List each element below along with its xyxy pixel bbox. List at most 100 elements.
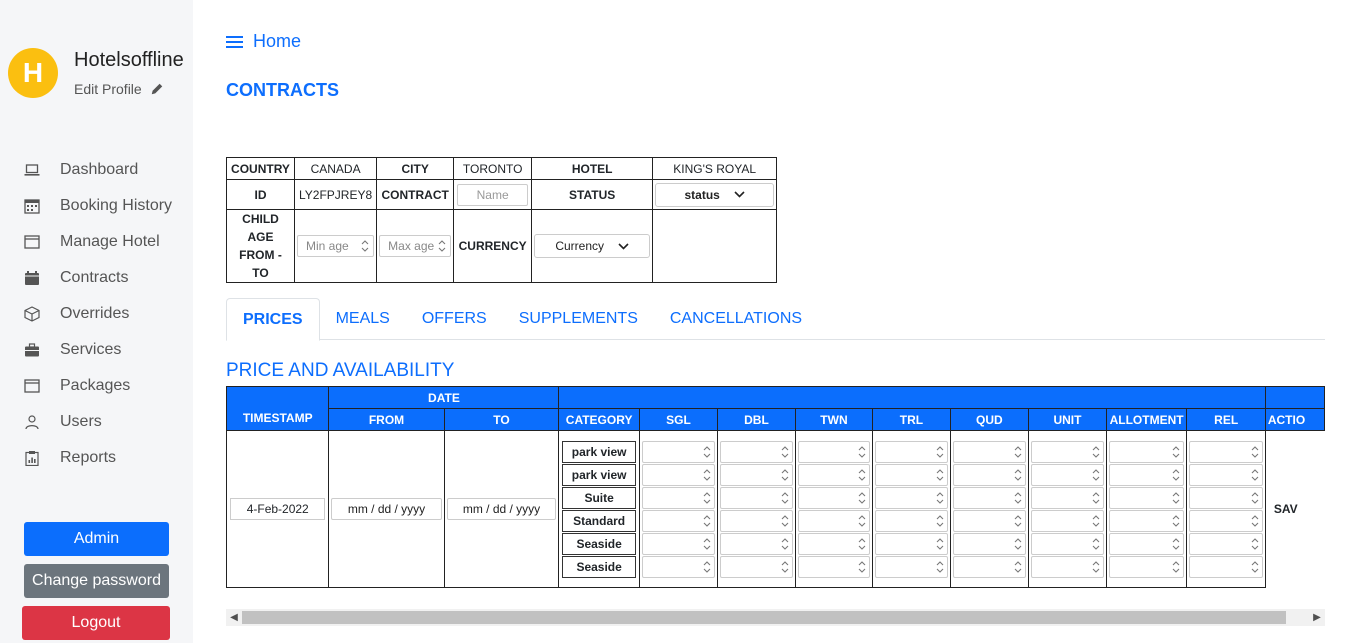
tab-supplements[interactable]: SUPPLEMENTS <box>503 298 654 340</box>
number-input[interactable] <box>875 440 948 463</box>
spinner-icon[interactable] <box>781 537 789 551</box>
spinner-icon[interactable] <box>936 468 944 482</box>
number-input[interactable] <box>1108 440 1185 463</box>
spinner-icon[interactable] <box>936 491 944 505</box>
spinner-icon[interactable] <box>781 491 789 505</box>
min-age-input[interactable]: Min age <box>297 235 375 257</box>
spinner-icon[interactable] <box>1092 537 1100 551</box>
sidebar-item-packages[interactable]: Packages <box>0 368 193 404</box>
sidebar-item-contracts[interactable]: Contracts <box>0 260 193 296</box>
contract-name-input[interactable]: Name <box>457 183 529 206</box>
number-input[interactable] <box>797 440 871 463</box>
spinner-icon[interactable] <box>1014 445 1022 459</box>
status-select[interactable]: status <box>655 182 775 207</box>
number-input[interactable] <box>952 555 1027 578</box>
spinner-icon[interactable] <box>858 560 866 574</box>
currency-select[interactable]: Currency <box>534 234 651 258</box>
change-password-button[interactable]: Change password <box>24 564 169 598</box>
horizontal-scrollbar[interactable]: ◀ ▶ <box>226 609 1325 626</box>
spinner-icon[interactable] <box>1251 560 1259 574</box>
spinner-icon[interactable] <box>1172 468 1180 482</box>
spinner-icon[interactable] <box>1092 468 1100 482</box>
number-input[interactable] <box>1189 486 1263 509</box>
spinner-icon[interactable] <box>936 514 944 528</box>
spinner-icon[interactable] <box>858 491 866 505</box>
number-input[interactable] <box>1189 555 1263 578</box>
number-input[interactable] <box>1108 509 1185 532</box>
number-input[interactable] <box>797 555 871 578</box>
number-input[interactable] <box>1189 509 1263 532</box>
from-date-input[interactable]: mm / dd / yyyy <box>331 498 442 520</box>
number-input[interactable] <box>720 440 793 463</box>
sidebar-item-dashboard[interactable]: Dashboard <box>0 152 193 188</box>
spinner-icon[interactable] <box>936 537 944 551</box>
spinner-icon[interactable] <box>781 560 789 574</box>
spinner-icon[interactable] <box>1092 560 1100 574</box>
tab-offers[interactable]: OFFERS <box>406 298 503 340</box>
spinner-icon[interactable] <box>703 445 711 459</box>
number-input[interactable] <box>1189 532 1263 555</box>
spinner-icon[interactable] <box>1172 445 1180 459</box>
tab-prices[interactable]: PRICES <box>226 298 320 341</box>
number-input[interactable] <box>641 509 716 532</box>
number-input[interactable] <box>952 440 1027 463</box>
spinner-icon[interactable] <box>1092 514 1100 528</box>
number-input[interactable] <box>1108 486 1185 509</box>
logout-button[interactable]: Logout <box>22 606 170 640</box>
tab-cancellations[interactable]: CANCELLATIONS <box>654 298 818 340</box>
spinner-icon[interactable] <box>1092 445 1100 459</box>
scrollbar-thumb[interactable] <box>242 611 1286 624</box>
number-input[interactable] <box>641 532 716 555</box>
number-input[interactable] <box>952 486 1027 509</box>
spinner-icon[interactable] <box>1014 537 1022 551</box>
spinner-icon[interactable] <box>1172 560 1180 574</box>
number-input[interactable] <box>1031 509 1104 532</box>
number-input[interactable] <box>875 532 948 555</box>
spinner-icon[interactable] <box>1014 514 1022 528</box>
spinner-icon[interactable] <box>438 239 446 253</box>
number-input[interactable] <box>1031 440 1104 463</box>
number-input[interactable] <box>797 463 871 486</box>
spinner-icon[interactable] <box>703 560 711 574</box>
spinner-icon[interactable] <box>1251 514 1259 528</box>
number-input[interactable] <box>1031 555 1104 578</box>
sidebar-item-users[interactable]: Users <box>0 404 193 440</box>
spinner-icon[interactable] <box>936 445 944 459</box>
spinner-icon[interactable] <box>1014 560 1022 574</box>
number-input[interactable] <box>641 486 716 509</box>
number-input[interactable] <box>641 555 716 578</box>
number-input[interactable] <box>797 532 871 555</box>
number-input[interactable] <box>875 555 948 578</box>
number-input[interactable] <box>1108 555 1185 578</box>
edit-profile-link[interactable]: Edit Profile <box>74 81 164 97</box>
sidebar-item-overrides[interactable]: Overrides <box>0 296 193 332</box>
number-input[interactable] <box>1189 463 1263 486</box>
number-input[interactable] <box>875 509 948 532</box>
spinner-icon[interactable] <box>1172 491 1180 505</box>
sidebar-item-manage-hotel[interactable]: Manage Hotel <box>0 224 193 260</box>
number-input[interactable] <box>875 486 948 509</box>
spinner-icon[interactable] <box>1014 468 1022 482</box>
spinner-icon[interactable] <box>1014 491 1022 505</box>
number-input[interactable] <box>952 532 1027 555</box>
number-input[interactable] <box>1108 532 1185 555</box>
spinner-icon[interactable] <box>936 560 944 574</box>
spinner-icon[interactable] <box>781 468 789 482</box>
number-input[interactable] <box>1031 463 1104 486</box>
spinner-icon[interactable] <box>858 514 866 528</box>
scroll-left-icon[interactable]: ◀ <box>226 609 242 626</box>
spinner-icon[interactable] <box>1251 491 1259 505</box>
spinner-icon[interactable] <box>1251 445 1259 459</box>
spinner-icon[interactable] <box>1251 468 1259 482</box>
spinner-icon[interactable] <box>703 514 711 528</box>
to-date-input[interactable]: mm / dd / yyyy <box>446 498 557 520</box>
number-input[interactable] <box>720 509 793 532</box>
spinner-icon[interactable] <box>1251 537 1259 551</box>
max-age-input[interactable]: Max age <box>379 235 452 257</box>
number-input[interactable] <box>1031 486 1104 509</box>
spinner-icon[interactable] <box>858 468 866 482</box>
sidebar-item-booking-history[interactable]: Booking History <box>0 188 193 224</box>
spinner-icon[interactable] <box>858 445 866 459</box>
number-input[interactable] <box>952 463 1027 486</box>
spinner-icon[interactable] <box>703 491 711 505</box>
